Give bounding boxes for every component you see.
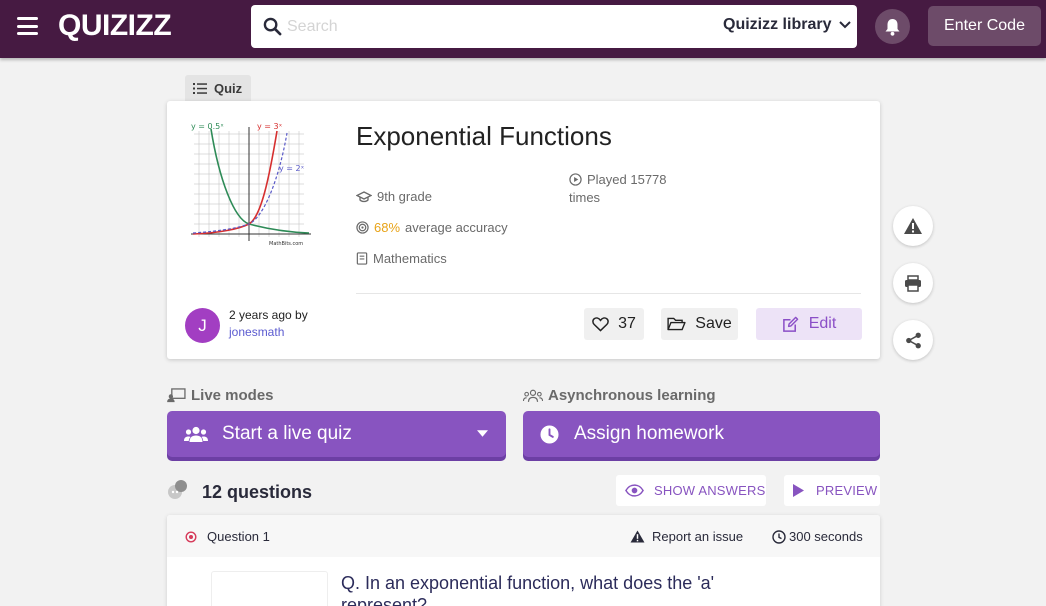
like-button[interactable]: 37: [584, 308, 644, 340]
list-icon: [193, 83, 207, 94]
async-learning-label: Asynchronous learning: [523, 387, 716, 404]
top-navigation-bar: QUIZIZZ Quizizz library Enter Code: [0, 0, 1046, 58]
caret-down-icon[interactable]: [477, 430, 488, 437]
report-issue-button[interactable]: Report an issue: [630, 529, 743, 544]
assign-homework-button[interactable]: Assign homework: [523, 411, 880, 457]
played-count: Played 15778: [587, 172, 667, 187]
question-card[interactable]: Question 1 Report an issue 300 seconds Q…: [167, 515, 880, 606]
play-icon: [793, 484, 804, 497]
bell-icon: [885, 18, 900, 36]
preview-button[interactable]: PREVIEW: [784, 475, 880, 506]
show-answers-button[interactable]: SHOW ANSWERS: [616, 475, 766, 506]
menu-icon[interactable]: [17, 17, 38, 35]
author-time: 2 years ago by: [229, 308, 308, 322]
share-icon: [905, 332, 921, 348]
played-meta: Played 15778 times: [569, 171, 667, 207]
subject-meta: Mathematics: [356, 251, 447, 266]
grade-text: 9th grade: [377, 189, 432, 204]
clock-icon: [772, 529, 786, 544]
question-image: [211, 571, 328, 606]
played-suffix: times: [569, 190, 601, 205]
printer-icon: [905, 274, 921, 292]
group-icon: [523, 389, 543, 402]
live-modes-text: Live modes: [191, 387, 274, 404]
save-label: Save: [695, 315, 732, 332]
edit-icon: [782, 316, 798, 332]
share-button[interactable]: [893, 320, 933, 360]
questions-icon: [168, 480, 187, 499]
question-number-label: Question 1: [207, 529, 270, 544]
quiz-tag-label: Quiz: [214, 81, 243, 96]
accuracy-meta: 68% average accuracy: [356, 220, 508, 235]
report-quiz-button[interactable]: [893, 206, 933, 246]
warning-icon: [630, 530, 645, 543]
thumbnail-label: y = 3ˣ: [257, 122, 283, 131]
live-modes-label: Live modes: [167, 387, 274, 404]
question-count: 12 questions: [202, 482, 313, 502]
enter-code-button[interactable]: Enter Code: [928, 6, 1041, 46]
author-avatar[interactable]: J: [185, 308, 220, 343]
warning-icon: [904, 218, 922, 234]
subject-text: Mathematics: [373, 251, 447, 266]
library-dropdown-label: Quizizz library: [723, 16, 832, 33]
search-bar[interactable]: Quizizz library: [251, 5, 857, 48]
quizizz-logo[interactable]: QUIZIZZ: [58, 9, 172, 43]
radio-circle-icon: [185, 530, 197, 543]
question-text: Q. In an exponential function, what does…: [341, 573, 715, 606]
clock-icon: [540, 424, 559, 444]
quiz-summary-card: y = 0.5ˣ y = 3ˣ y = 2ˣ MathBits.com Expo…: [167, 101, 880, 359]
quiz-type-tag: Quiz: [185, 75, 252, 102]
start-live-quiz-button[interactable]: Start a live quiz: [167, 411, 506, 457]
folder-icon: [667, 317, 686, 331]
accuracy-label: average accuracy: [405, 220, 508, 235]
eye-icon: [625, 484, 644, 497]
assign-homework-label: Assign homework: [574, 423, 724, 444]
author-name-link[interactable]: jonesmath: [229, 325, 284, 339]
thumbnail-label: MathBits.com: [269, 241, 303, 247]
report-issue-label: Report an issue: [652, 529, 744, 544]
start-live-quiz-label: Start a live quiz: [222, 423, 352, 444]
grade-meta: 9th grade: [356, 189, 432, 204]
presentation-icon: [167, 388, 186, 403]
thumbnail-label: y = 0.5ˣ: [191, 122, 224, 131]
thumbnail-label: y = 2ˣ: [279, 164, 305, 173]
edit-button[interactable]: Edit: [756, 308, 862, 340]
async-learning-text: Asynchronous learning: [548, 387, 716, 404]
card-divider: [356, 293, 861, 294]
target-icon: [356, 221, 369, 234]
quiz-title: Exponential Functions: [356, 121, 612, 151]
accuracy-value: 68%: [374, 220, 401, 235]
show-answers-label: SHOW ANSWERS: [654, 483, 766, 498]
edit-label: Edit: [808, 315, 837, 332]
save-button[interactable]: Save: [661, 308, 738, 340]
quiz-thumbnail: y = 0.5ˣ y = 3ˣ y = 2ˣ MathBits.com: [189, 119, 314, 249]
question-time: 300 seconds: [772, 529, 863, 544]
chevron-down-icon: [839, 21, 852, 29]
book-icon: [356, 252, 368, 265]
search-icon: [263, 17, 282, 36]
print-button[interactable]: [893, 263, 933, 303]
play-circle-icon: [569, 173, 582, 186]
notifications-button[interactable]: [875, 9, 910, 44]
users-icon: [184, 426, 208, 442]
question-time-label: 300 seconds: [789, 529, 863, 544]
like-count: 37: [618, 315, 636, 332]
preview-label: PREVIEW: [816, 483, 878, 498]
graduation-cap-icon: [356, 190, 372, 202]
search-input[interactable]: [287, 14, 687, 39]
library-dropdown[interactable]: Quizizz library: [723, 16, 852, 34]
heart-icon: [592, 316, 609, 332]
question-number: Question 1: [185, 529, 270, 544]
